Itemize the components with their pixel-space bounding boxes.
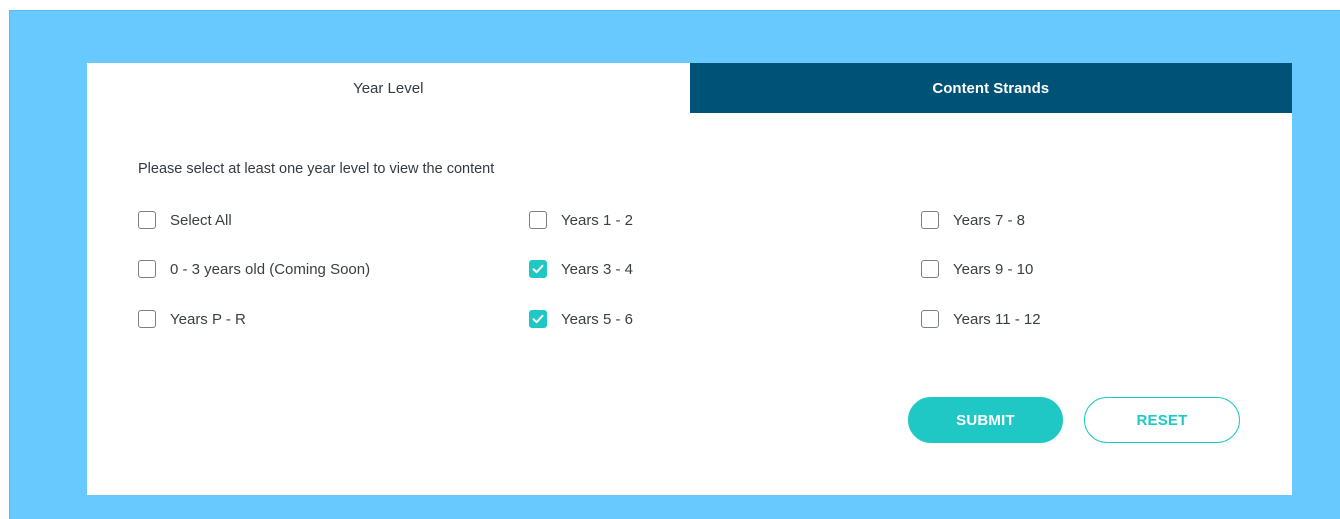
checkbox-box[interactable]	[529, 310, 547, 328]
checkbox-label: Years 7 - 8	[953, 211, 1025, 229]
page-background: Year Level Content Strands Please select…	[9, 10, 1340, 519]
checkbox-box[interactable]	[921, 310, 939, 328]
tab-content-strands[interactable]: Content Strands	[689, 63, 1292, 113]
checkmark-icon	[532, 264, 544, 274]
filter-panel: Year Level Content Strands Please select…	[87, 63, 1292, 495]
checkbox-label: Select All	[170, 211, 232, 229]
tab-year-level[interactable]: Year Level	[87, 63, 690, 113]
checkmark-icon	[532, 314, 544, 324]
tab-bar: Year Level Content Strands	[87, 63, 1292, 113]
checkbox-label: Years P - R	[170, 310, 246, 328]
checkbox-years-7-8[interactable]: Years 7 - 8	[921, 211, 1025, 229]
checkbox-label: 0 - 3 years old (Coming Soon)	[170, 260, 371, 278]
submit-button[interactable]: SUBMIT	[908, 397, 1063, 443]
checkbox-years-11-12[interactable]: Years 11 - 12	[921, 310, 1041, 328]
checkbox-box[interactable]	[921, 260, 939, 278]
checkbox-box[interactable]	[138, 260, 156, 278]
instruction-text: Please select at least one year level to…	[138, 161, 495, 177]
tab-content-strands-label: Content Strands	[932, 79, 1050, 97]
checkbox-years-1-2[interactable]: Years 1 - 2	[529, 211, 633, 229]
checkbox-box[interactable]	[529, 260, 547, 278]
reset-button[interactable]: RESET	[1084, 397, 1240, 443]
checkbox-label: Years 1 - 2	[561, 211, 633, 229]
checkbox-box[interactable]	[529, 211, 547, 229]
checkbox-label: Years 9 - 10	[953, 260, 1034, 278]
checkbox-years-p-r[interactable]: Years P - R	[138, 310, 246, 328]
checkbox-label: Years 5 - 6	[561, 310, 633, 328]
checkbox-label: Years 3 - 4	[561, 260, 633, 278]
checkbox-box[interactable]	[138, 310, 156, 328]
checkbox-label: Years 11 - 12	[953, 310, 1041, 328]
checkbox-years-5-6[interactable]: Years 5 - 6	[529, 310, 633, 328]
tab-year-level-label: Year Level	[353, 79, 424, 97]
checkbox-0-3-years[interactable]: 0 - 3 years old (Coming Soon)	[138, 260, 370, 278]
checkbox-years-9-10[interactable]: Years 9 - 10	[921, 260, 1033, 278]
checkbox-box[interactable]	[138, 211, 156, 229]
checkbox-years-3-4[interactable]: Years 3 - 4	[529, 260, 633, 278]
checkbox-box[interactable]	[921, 211, 939, 229]
checkbox-select-all[interactable]: Select All	[138, 211, 232, 229]
